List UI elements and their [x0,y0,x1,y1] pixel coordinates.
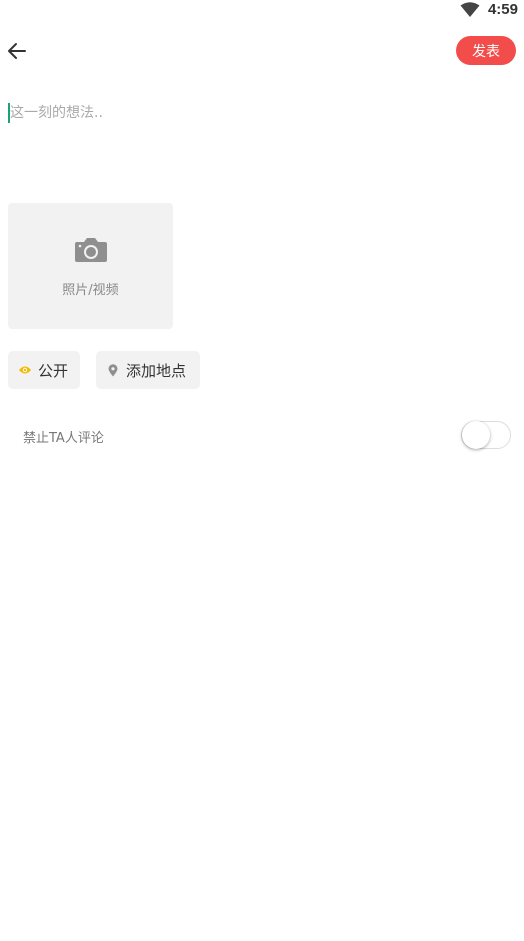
thought-input[interactable] [8,102,510,162]
add-location-chip[interactable]: 添加地点 [96,351,200,389]
wifi-icon [460,2,480,17]
location-pin-icon [106,363,120,377]
disable-comments-row: 禁止TA人评论 [0,420,524,452]
disable-comments-toggle[interactable] [461,421,511,449]
back-button[interactable] [4,38,30,64]
publish-button[interactable]: 发表 [456,36,516,65]
add-media-label: 照片/视频 [62,283,119,298]
text-cursor [8,103,10,123]
camera-icon [75,238,107,262]
add-media-button[interactable]: 照片/视频 [8,203,173,329]
visibility-label: 公开 [38,361,69,380]
eye-icon [18,363,32,377]
add-location-label: 添加地点 [126,361,187,380]
status-bar: 4:59 [0,0,524,22]
toggle-knob [462,421,490,449]
arrow-left-icon [8,43,26,59]
visibility-chip[interactable]: 公开 [8,351,80,389]
disable-comments-label: 禁止TA人评论 [23,431,104,446]
status-time: 4:59 [487,1,518,18]
